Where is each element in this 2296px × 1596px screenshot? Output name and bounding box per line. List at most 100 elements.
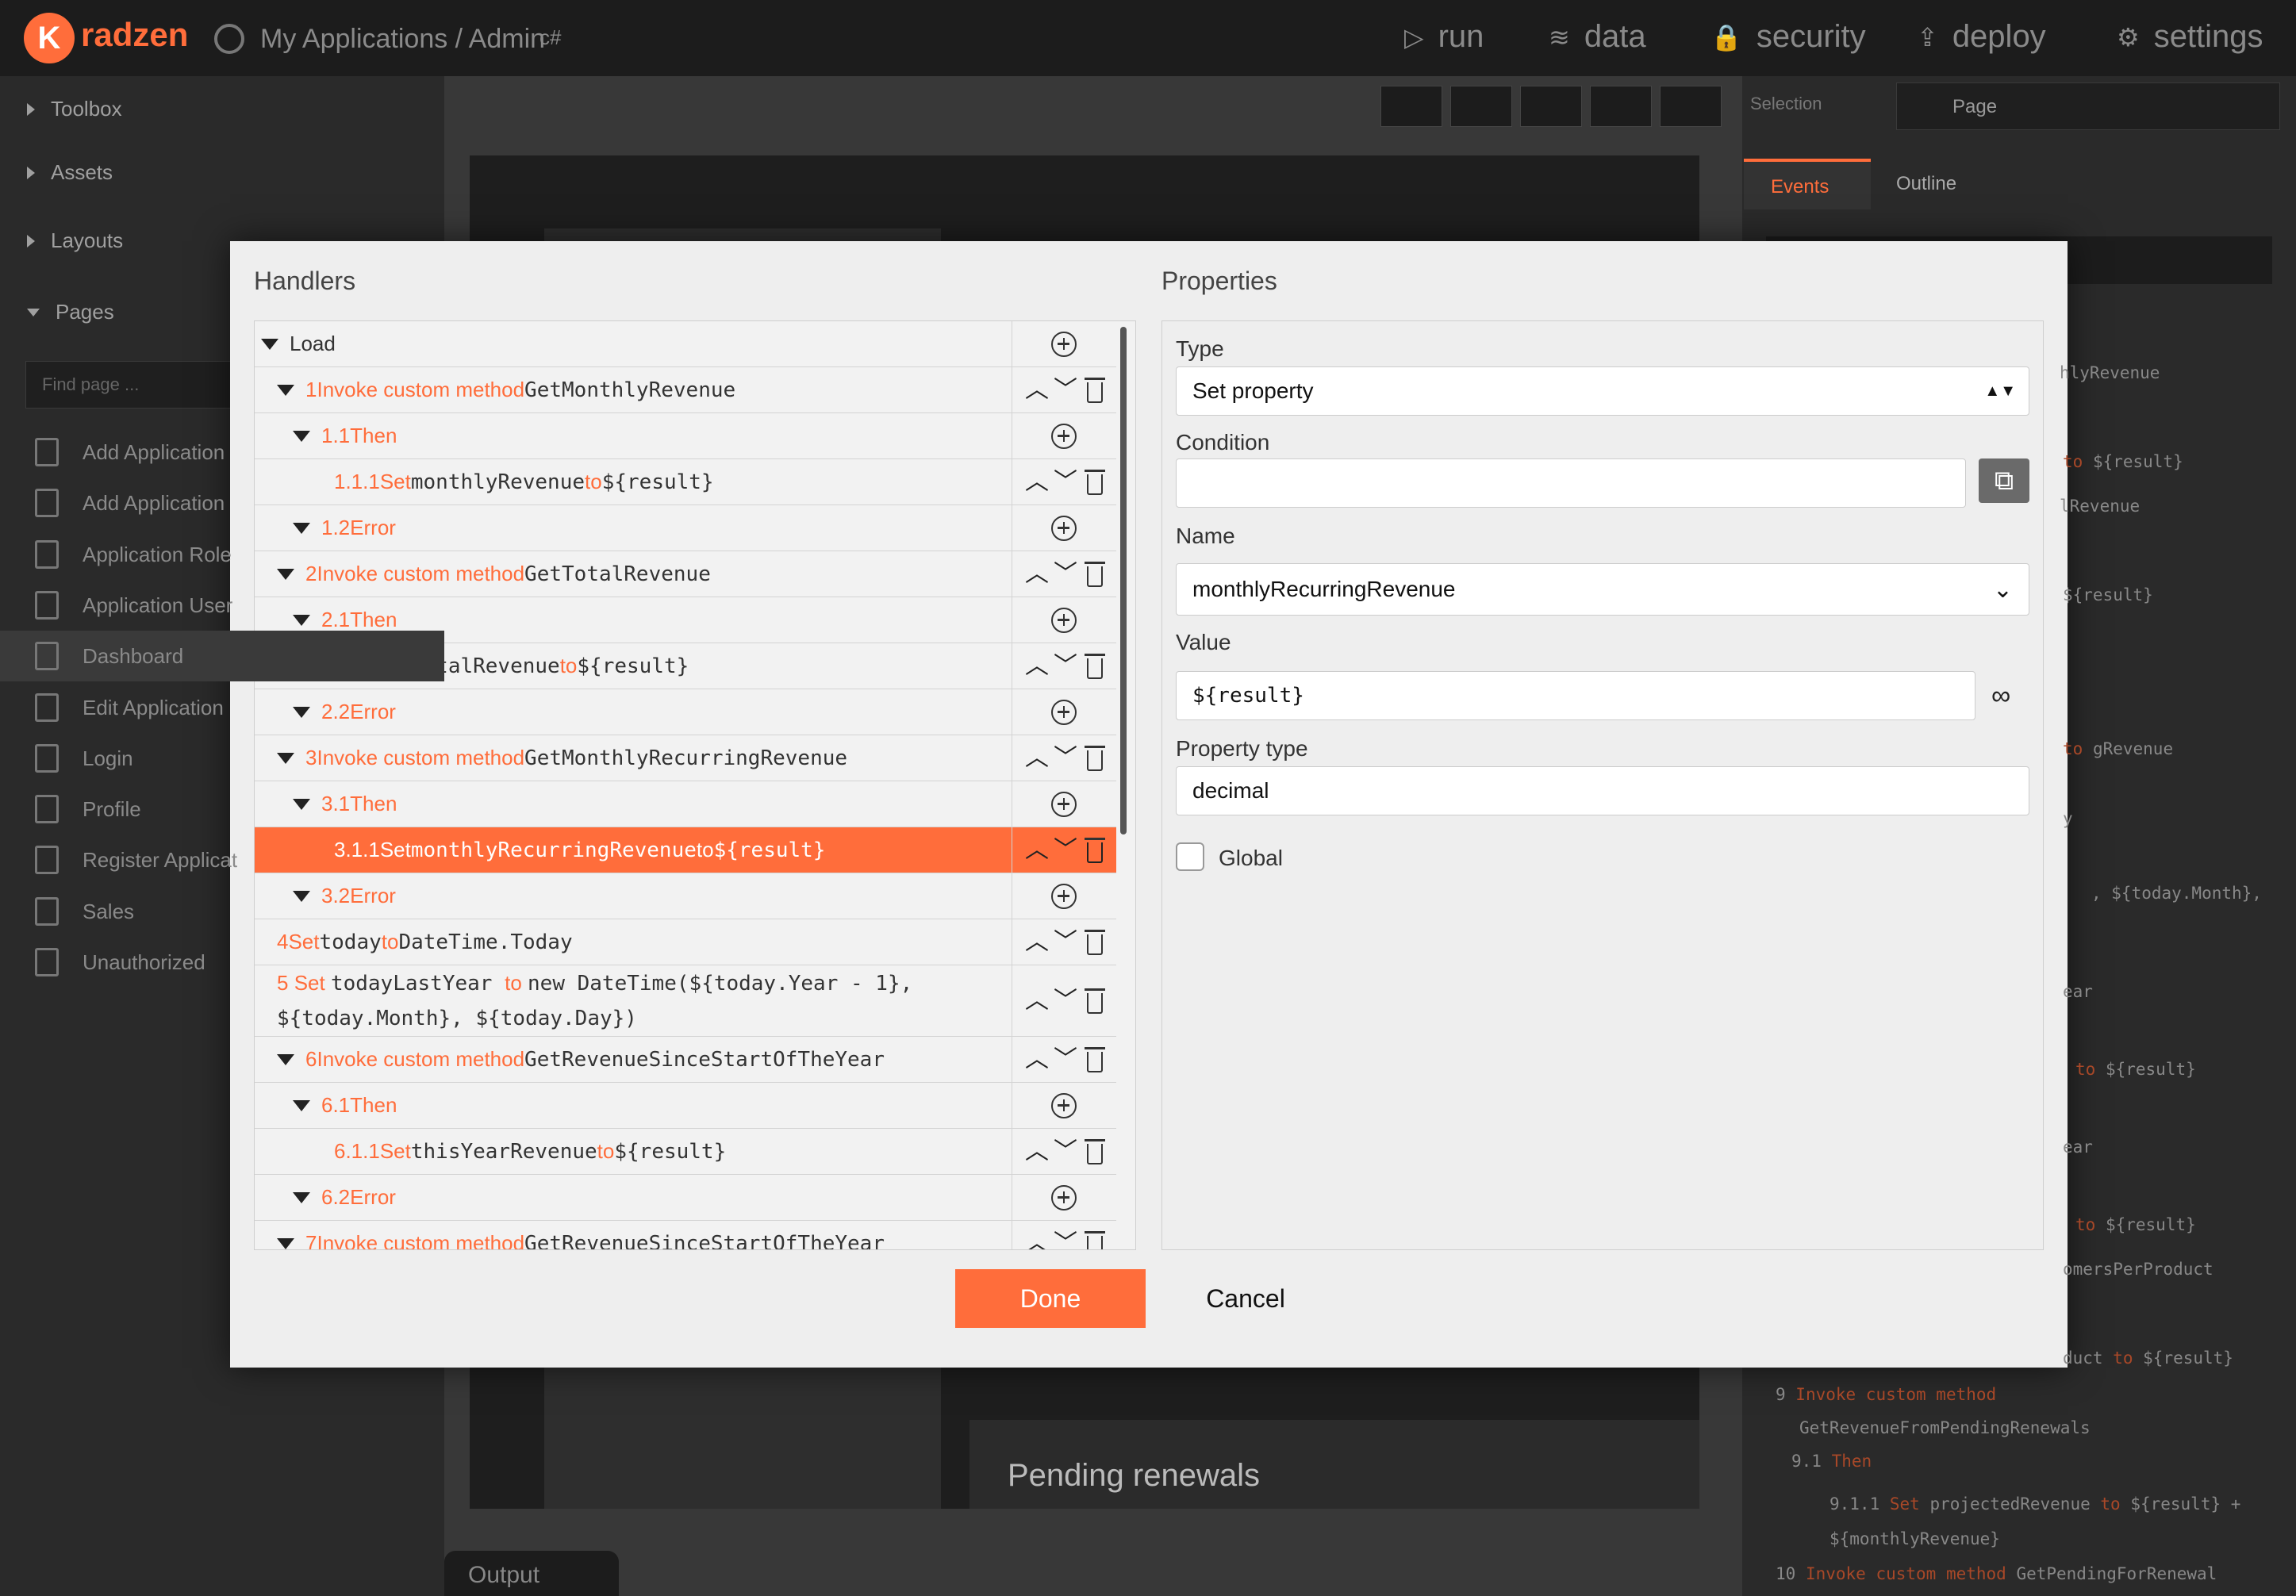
handler-row[interactable]: 6.1.1 Set thisYearRevenue to ${result} ︿ ﹀ bbox=[255, 1129, 1116, 1175]
add-circle-icon[interactable] bbox=[1051, 791, 1077, 817]
caret-down-icon[interactable] bbox=[293, 1099, 310, 1111]
name-select[interactable]: monthlyRecurringRevenue ⌄ bbox=[1176, 563, 2029, 616]
page-item[interactable]: Edit Application bbox=[0, 682, 444, 733]
trash-icon[interactable] bbox=[1085, 653, 1105, 679]
device-desktop-button[interactable] bbox=[1660, 86, 1722, 127]
breadcrumb[interactable]: My Applications / Admin bbox=[260, 24, 545, 55]
move-down-icon[interactable]: ﹀ bbox=[1054, 654, 1077, 678]
handler-row[interactable]: 6.1 Then bbox=[255, 1083, 1116, 1129]
handler-row[interactable]: Load bbox=[255, 321, 1116, 367]
nav-data[interactable]: ≋ data bbox=[1549, 19, 1646, 55]
page-item[interactable]: Dashboard bbox=[0, 631, 444, 681]
move-up-icon[interactable]: ︿ bbox=[1025, 838, 1049, 862]
page-item[interactable]: Unauthorized bbox=[0, 937, 444, 988]
output-tab[interactable]: Output bbox=[444, 1551, 619, 1596]
open-editor-button[interactable]: ⧉ bbox=[1979, 458, 2029, 503]
move-up-icon[interactable]: ︿ bbox=[1025, 1231, 1049, 1249]
page-icon bbox=[35, 795, 59, 823]
nav-deploy[interactable]: ⇪ deploy bbox=[1917, 19, 2046, 55]
page-item[interactable]: Application Role bbox=[0, 529, 444, 580]
device-laptop-button[interactable] bbox=[1590, 86, 1652, 127]
section-assets[interactable]: Assets bbox=[27, 160, 113, 185]
device-tablet-button[interactable] bbox=[1520, 86, 1582, 127]
move-down-icon[interactable]: ﹀ bbox=[1054, 1139, 1077, 1164]
move-up-icon[interactable]: ︿ bbox=[1025, 470, 1049, 494]
page-item[interactable]: Login bbox=[0, 733, 444, 784]
trash-icon[interactable] bbox=[1085, 837, 1105, 863]
move-up-icon[interactable]: ︿ bbox=[1025, 746, 1049, 770]
move-down-icon[interactable]: ﹀ bbox=[1054, 562, 1077, 586]
caret-down-icon[interactable] bbox=[277, 1237, 294, 1249]
page-item[interactable]: Register Applicat bbox=[0, 834, 444, 885]
property-type-input[interactable]: decimal bbox=[1176, 766, 2029, 815]
trash-icon[interactable] bbox=[1085, 469, 1105, 495]
handler-keyword: Then bbox=[350, 1093, 397, 1117]
move-down-icon[interactable]: ﹀ bbox=[1054, 1047, 1077, 1072]
done-button[interactable]: Done bbox=[955, 1269, 1146, 1328]
applications-icon[interactable] bbox=[214, 24, 244, 54]
move-down-icon[interactable]: ﹀ bbox=[1054, 470, 1077, 494]
link-icon[interactable]: ∞ bbox=[1991, 681, 2010, 712]
value-input[interactable]: ${result} bbox=[1176, 671, 1975, 720]
type-select[interactable]: Set property ▲▼ bbox=[1176, 366, 2029, 416]
tab-events[interactable]: Events bbox=[1744, 159, 1871, 209]
move-up-icon[interactable]: ︿ bbox=[1025, 930, 1049, 954]
move-down-icon[interactable]: ﹀ bbox=[1054, 746, 1077, 770]
section-pages[interactable]: Pages bbox=[27, 300, 114, 324]
nav-run[interactable]: ▷ run bbox=[1404, 19, 1484, 55]
radzen-logo[interactable]: K bbox=[24, 13, 75, 63]
add-circle-icon[interactable] bbox=[1051, 515, 1077, 541]
caret-down-icon[interactable] bbox=[277, 384, 294, 396]
cancel-button[interactable]: Cancel bbox=[1182, 1269, 1309, 1328]
caret-down-icon[interactable] bbox=[277, 1053, 294, 1065]
move-down-icon[interactable]: ﹀ bbox=[1054, 930, 1077, 954]
caret-down-icon[interactable] bbox=[293, 1191, 310, 1203]
trash-icon[interactable] bbox=[1085, 377, 1105, 403]
handler-row[interactable]: 6 Invoke custom method GetRevenueSinceSt… bbox=[255, 1037, 1116, 1083]
handler-row[interactable]: 7 Invoke custom method GetRevenueSinceSt… bbox=[255, 1221, 1116, 1249]
move-down-icon[interactable]: ﹀ bbox=[1054, 988, 1077, 1013]
trash-icon[interactable] bbox=[1085, 1046, 1105, 1072]
section-layouts[interactable]: Layouts bbox=[27, 228, 123, 253]
add-circle-icon[interactable] bbox=[1051, 423, 1077, 449]
add-circle-icon[interactable] bbox=[1051, 1184, 1077, 1210]
global-checkbox[interactable] bbox=[1176, 842, 1204, 871]
nav-settings[interactable]: ⚙ settings bbox=[2117, 19, 2263, 55]
trash-icon[interactable] bbox=[1085, 1230, 1105, 1249]
move-down-icon[interactable]: ﹀ bbox=[1054, 838, 1077, 862]
condition-input[interactable] bbox=[1176, 458, 1966, 508]
add-circle-icon[interactable] bbox=[1051, 607, 1077, 633]
add-circle-icon[interactable] bbox=[1051, 331, 1077, 357]
trash-icon[interactable] bbox=[1085, 988, 1105, 1014]
move-up-icon[interactable]: ︿ bbox=[1025, 1047, 1049, 1072]
page-item[interactable]: Profile bbox=[0, 784, 444, 834]
tab-outline[interactable]: Outline bbox=[1896, 173, 1956, 195]
add-circle-icon[interactable] bbox=[1051, 883, 1077, 909]
section-toolbox[interactable]: Toolbox bbox=[27, 97, 122, 121]
trash-icon[interactable] bbox=[1085, 929, 1105, 955]
page-item[interactable]: Add Application bbox=[0, 427, 444, 478]
add-circle-icon[interactable] bbox=[1051, 699, 1077, 725]
trash-icon[interactable] bbox=[1085, 1138, 1105, 1164]
trash-icon[interactable] bbox=[1085, 745, 1105, 771]
move-up-icon[interactable]: ︿ bbox=[1025, 1139, 1049, 1164]
handler-row[interactable]: 6.2 Error bbox=[255, 1175, 1116, 1221]
move-down-icon[interactable]: ﹀ bbox=[1054, 378, 1077, 402]
add-circle-icon[interactable] bbox=[1051, 1092, 1077, 1118]
move-up-icon[interactable]: ︿ bbox=[1025, 562, 1049, 586]
move-down-icon[interactable]: ﹀ bbox=[1054, 1231, 1077, 1249]
page-item[interactable]: Add Application bbox=[0, 478, 444, 528]
nav-security[interactable]: 🔒 security bbox=[1710, 19, 1866, 55]
move-up-icon[interactable]: ︿ bbox=[1025, 654, 1049, 678]
device-phone-button[interactable] bbox=[1380, 86, 1442, 127]
handler-row[interactable]: 1 Invoke custom method GetMonthlyRevenue… bbox=[255, 367, 1116, 413]
page-item[interactable]: Application User bbox=[0, 580, 444, 631]
move-up-icon[interactable]: ︿ bbox=[1025, 378, 1049, 402]
caret-down-icon[interactable] bbox=[261, 338, 278, 350]
move-up-icon[interactable]: ︿ bbox=[1025, 988, 1049, 1013]
handlers-scrollbar[interactable] bbox=[1120, 327, 1127, 834]
selection-select[interactable]: Page bbox=[1896, 82, 2280, 130]
page-item[interactable]: Sales bbox=[0, 886, 444, 937]
device-phone-landscape-button[interactable] bbox=[1450, 86, 1512, 127]
trash-icon[interactable] bbox=[1085, 561, 1105, 587]
